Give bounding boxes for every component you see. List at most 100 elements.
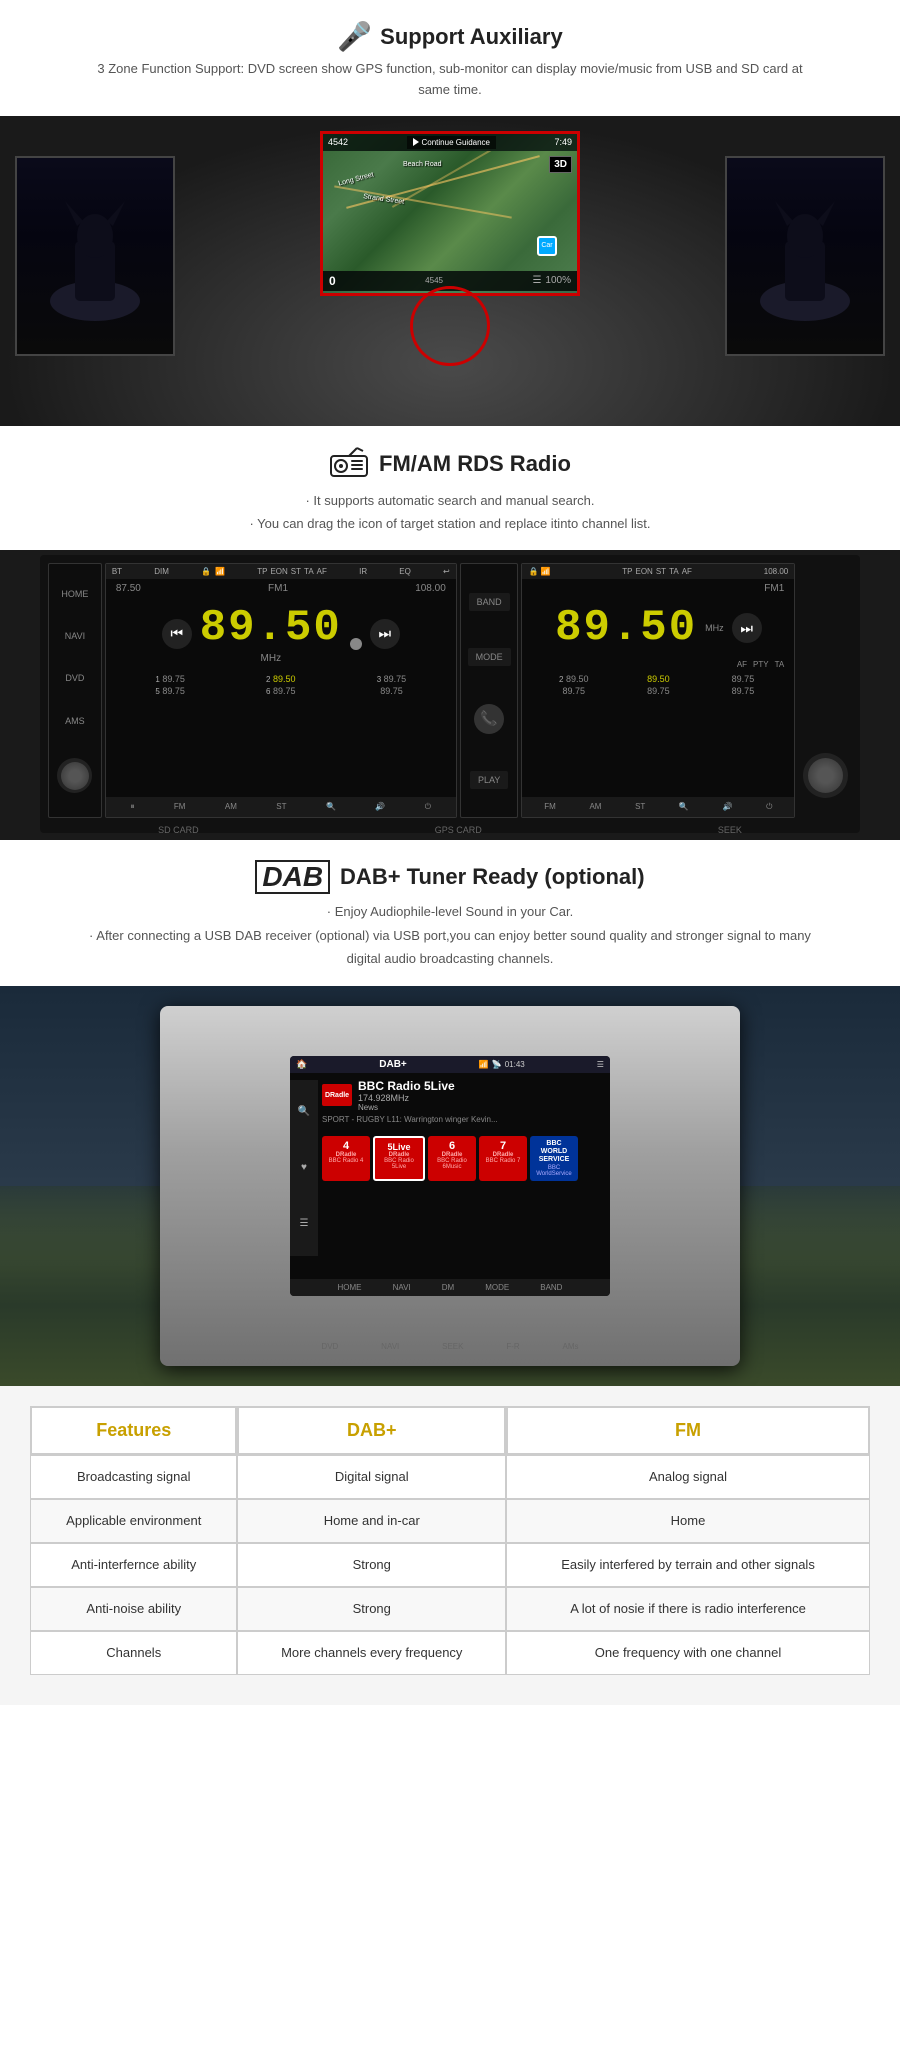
dab-dradle-logo-area: DRadle BBC Radio 5Live 174.928MHz News <box>322 1079 602 1112</box>
radio-rewind-icon: ⏮ <box>170 625 183 642</box>
dab-search-icon[interactable]: 🔍 <box>298 1106 310 1117</box>
radio-ams-btn[interactable]: AMS <box>65 716 85 726</box>
radio-sec-icons: 🔒 📶 <box>528 567 550 576</box>
radio-phone-btn[interactable]: 📞 <box>474 704 504 734</box>
preset-other[interactable]: 89.75 <box>337 686 446 696</box>
radio-rds-flags: TP EON ST TA AF <box>257 567 327 576</box>
gps-screen-inner: 4542 Continue Guidance 7:49 Long Street … <box>323 134 577 293</box>
dab-heart-icon[interactable]: ♥ <box>301 1162 307 1173</box>
radio-eq-label: EQ <box>399 567 411 576</box>
radio-sec-p6[interactable]: 89.75 <box>702 686 785 696</box>
radio-sec-fm-btn[interactable]: FM <box>544 802 556 812</box>
radio-am-btn[interactable]: AM <box>225 802 237 812</box>
radio-tp: TP <box>257 567 267 576</box>
radio-sec-p2[interactable]: 89.50 <box>617 674 700 684</box>
radio-volume-icon[interactable]: 🔊 <box>375 802 385 812</box>
dab-channel-5live[interactable]: 5Live DRadle BBC Radio 5Live <box>373 1136 425 1181</box>
radio-unit-container: HOME NAVI DVD AMS BT DIM 🔒 📶 TP EON <box>40 555 860 833</box>
dab-station-details: BBC Radio 5Live 174.928MHz News <box>358 1079 455 1112</box>
radio-sec-pty-flag: PTY <box>753 660 769 669</box>
preset-5[interactable]: 5 89.75 <box>116 686 225 696</box>
radio-sec-topbar: 🔒 📶 TP EON ST TA AF 108.00 <box>522 564 794 579</box>
preset-3[interactable]: 3 89.75 <box>337 674 446 684</box>
radio-sec-p4[interactable]: 89.75 <box>532 686 615 696</box>
car-ctrl-fm[interactable]: F-R <box>506 1342 519 1351</box>
dab-image-area: 🏠 DAB+ 📶 📡 01:43 ☰ 🔍 ♥ ☰ <box>0 986 900 1386</box>
radio-sec-forward-btn[interactable]: ⏭ <box>732 613 762 643</box>
radio-sec-power-icon[interactable]: ⏻ <box>766 802 772 812</box>
radio-rewind-btn[interactable]: ⏮ <box>162 619 192 649</box>
dab-screen: 🏠 DAB+ 📶 📡 01:43 ☰ 🔍 ♥ ☰ <box>290 1056 610 1296</box>
radio-sec-vol-icon[interactable]: 🔊 <box>722 802 732 812</box>
gps-percent: 100% <box>545 275 571 286</box>
feature-interference: Anti-interfernce ability <box>30 1543 237 1587</box>
dab-nav-band[interactable]: BAND <box>540 1283 562 1292</box>
radio-knob-left[interactable] <box>57 758 92 793</box>
car-ctrl-dvd[interactable]: DVD <box>321 1342 338 1351</box>
dab-category-display: News <box>358 1103 455 1112</box>
radio-signal-dot <box>350 638 362 650</box>
dab-header-row: DAB DAB+ Tuner Ready (optional) <box>80 860 820 894</box>
radio-freq-row: 87.50 FM1 108.00 <box>106 579 456 598</box>
preset-1[interactable]: 1 89.75 <box>116 674 225 684</box>
gps-play-icon <box>413 138 419 146</box>
radio-sec-freq-display: 89.50 MHz ⏭ <box>522 598 794 658</box>
radio-forward-btn[interactable]: ⏭ <box>370 619 400 649</box>
radio-play-btn[interactable]: PLAY <box>470 771 508 789</box>
radio-band-btn[interactable]: BAND <box>469 593 510 611</box>
dab-channel-bbcws[interactable]: BBCWORLDSERVICE BBC WorldService <box>530 1136 578 1181</box>
radio-mhz-label: MHz <box>200 653 342 664</box>
radio-sec-p5[interactable]: 89.75 <box>617 686 700 696</box>
radio-sec-tp: TP <box>622 567 632 576</box>
car-ctrl-seek[interactable]: SEEK <box>442 1342 463 1351</box>
radio-st-btn[interactable]: ST <box>276 802 286 812</box>
dab-nav-dm[interactable]: DM <box>442 1283 454 1292</box>
dab-icon: DAB <box>255 860 330 894</box>
dab-list-icon[interactable]: ☰ <box>300 1218 309 1229</box>
radio-search-icon[interactable]: 🔍 <box>326 802 336 812</box>
radio-frequency-display: 89.50 <box>200 603 342 653</box>
radio-fm-btn[interactable]: FM <box>174 802 186 812</box>
table-row: Anti-interfernce ability Strong Easily i… <box>30 1543 870 1587</box>
radio-bullet2: · You can drag the icon of target statio… <box>80 512 820 535</box>
radio-navi-btn[interactable]: NAVI <box>65 631 85 641</box>
radio-home-btn[interactable]: HOME <box>61 589 88 599</box>
radio-presets-grid: 1 89.75 2 89.50 3 89.75 5 89.75 6 89.75 … <box>106 671 456 699</box>
preset-6[interactable]: 6 89.75 <box>226 686 335 696</box>
dab-nav-home[interactable]: HOME <box>338 1283 362 1292</box>
dab-channel-bbc4[interactable]: 4 DRadle BBC Radio 4 <box>322 1136 370 1181</box>
dab-channel-6music[interactable]: 6 DRadle BBC Radio 6Music <box>428 1136 476 1181</box>
dab-environment: Home and in-car <box>237 1499 506 1543</box>
dab-station-name-display: BBC Radio 5Live <box>358 1079 455 1093</box>
radio-sec-ta: TA <box>669 567 679 576</box>
radio-sec-p1[interactable]: 2 89.50 <box>532 674 615 684</box>
radio-sec-p3[interactable]: 89.75 <box>702 674 785 684</box>
radio-wifi-icon: 📶 <box>215 567 225 576</box>
car-ctrl-navi[interactable]: NAVI <box>381 1342 399 1351</box>
radio-pause-btn[interactable]: ⏸ <box>131 802 135 812</box>
radio-sec-fm1: FM1 <box>764 583 784 594</box>
radio-power-icon[interactable]: ⏻ <box>425 802 431 812</box>
car-ctrl-am[interactable]: AMs <box>563 1342 579 1351</box>
dab-nav-navi[interactable]: NAVI <box>393 1283 411 1292</box>
radio-secondary-screen: 🔒 📶 TP EON ST TA AF 108.00 FM1 89.50 <box>521 563 795 818</box>
dab-logo-display: DAB+ <box>379 1059 407 1070</box>
radio-main-bottom-bar: ⏸ FM AM ST 🔍 🔊 ⏻ <box>106 797 456 817</box>
radio-lock-area: 🔒 📶 <box>201 567 225 576</box>
dab-channel-bbc7[interactable]: 7 DRadle BBC Radio 7 <box>479 1136 527 1181</box>
dab-ch4-num: 4 <box>324 1140 368 1152</box>
preset-2-active[interactable]: 2 89.50 <box>226 674 335 684</box>
radio-fm1-label: FM1 <box>268 583 288 594</box>
radio-sec-st-btn[interactable]: ST <box>635 802 645 812</box>
radio-dvd-btn[interactable]: DVD <box>65 673 84 683</box>
gps-3d-badge: 3D <box>549 156 572 173</box>
radio-sec-am-btn[interactable]: AM <box>589 802 601 812</box>
radio-bullet1: · It supports automatic search and manua… <box>80 489 820 512</box>
auxiliary-section: 🎤 Support Auxiliary 3 Zone Function Supp… <box>0 0 900 116</box>
dab-nav-mode[interactable]: MODE <box>485 1283 509 1292</box>
radio-left-panel: HOME NAVI DVD AMS <box>48 563 102 818</box>
radio-mode-btn[interactable]: MODE <box>468 648 511 666</box>
radio-knob-right[interactable] <box>803 753 848 798</box>
left-monitor-screen <box>17 158 173 354</box>
radio-sec-search-icon[interactable]: 🔍 <box>679 802 689 812</box>
